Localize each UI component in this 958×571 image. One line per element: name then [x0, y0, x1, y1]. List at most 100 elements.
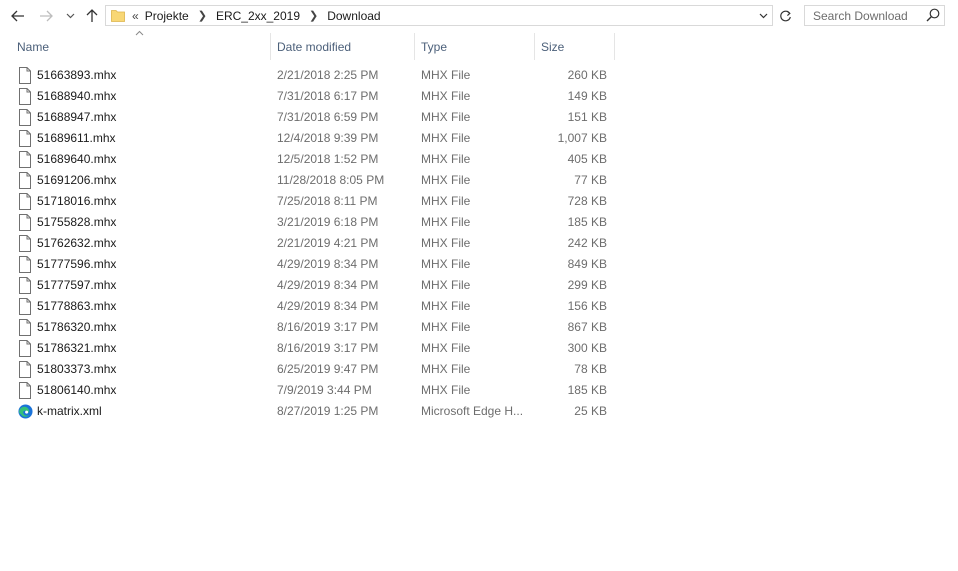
- file-size: 242 KB: [567, 236, 607, 250]
- column-header-date-modified[interactable]: Date modified: [271, 33, 414, 60]
- file-row[interactable]: 51689611.mhx 12/4/2018 9:39 PM MHX File 1,0…: [0, 128, 958, 149]
- file-row[interactable]: 51803373.mhx 6/25/2019 9:47 PM MHX File 78 …: [0, 359, 958, 380]
- file-date-modified: 7/9/2019 3:44 PM: [277, 383, 372, 397]
- file-row[interactable]: 51762632.mhx 2/21/2019 4:21 PM MHX File 242…: [0, 233, 958, 254]
- breadcrumb: « Projekte ❯ ERC_2xx_2019 ❯ Download: [130, 6, 383, 25]
- navigation-toolbar: « Projekte ❯ ERC_2xx_2019 ❯ Download: [0, 0, 958, 32]
- file-size: 185 KB: [567, 215, 607, 229]
- file-date-modified: 2/21/2018 2:25 PM: [277, 68, 379, 82]
- file-row[interactable]: 51718016.mhx 7/25/2018 8:11 PM MHX File 728…: [0, 191, 958, 212]
- column-header-type[interactable]: Type: [415, 33, 534, 60]
- file-name: 51688947.mhx: [37, 110, 117, 124]
- file-name: k-matrix.xml: [37, 404, 102, 418]
- file-row[interactable]: 51688947.mhx 7/31/2018 6:59 PM MHX File 151…: [0, 107, 958, 128]
- file-type: MHX File: [421, 152, 471, 166]
- file-icon: [18, 256, 32, 273]
- file-size: 260 KB: [567, 68, 607, 82]
- file-row[interactable]: 51777597.mhx 4/29/2019 8:34 PM MHX File 299…: [0, 275, 958, 296]
- folder-icon: [111, 10, 125, 22]
- search-icon[interactable]: [926, 8, 940, 22]
- file-name: 51786320.mhx: [37, 320, 117, 334]
- file-date-modified: 4/29/2019 8:34 PM: [277, 299, 379, 313]
- file-icon: [18, 361, 32, 378]
- file-type: MHX File: [421, 110, 471, 124]
- file-type: MHX File: [421, 236, 471, 250]
- file-size: 849 KB: [567, 257, 607, 271]
- file-type: MHX File: [421, 194, 471, 208]
- recent-locations-button[interactable]: [61, 6, 79, 26]
- file-size: 25 KB: [574, 404, 607, 418]
- chevron-down-icon: [66, 13, 74, 19]
- file-row[interactable]: 51755828.mhx 3/21/2019 6:18 PM MHX File 185…: [0, 212, 958, 233]
- file-type: MHX File: [421, 299, 471, 313]
- file-icon: [18, 214, 32, 231]
- file-row[interactable]: k-matrix.xml 8/27/2019 1:25 PM Microsoft E…: [0, 401, 958, 422]
- file-name: 51806140.mhx: [37, 383, 117, 397]
- file-name: 51762632.mhx: [37, 236, 117, 250]
- column-header-name[interactable]: Name: [0, 33, 270, 60]
- file-name: 51663893.mhx: [37, 68, 117, 82]
- breadcrumb-overflow-button[interactable]: «: [130, 9, 143, 23]
- file-name: 51689611.mhx: [37, 131, 116, 145]
- file-icon: [18, 340, 32, 357]
- file-row[interactable]: 51777596.mhx 4/29/2019 8:34 PM MHX File 849…: [0, 254, 958, 275]
- file-type: MHX File: [421, 173, 471, 187]
- column-header-size[interactable]: Size: [535, 33, 614, 60]
- file-row[interactable]: 51691206.mhx 11/28/2018 8:05 PM MHX File 77…: [0, 170, 958, 191]
- file-row[interactable]: 51663893.mhx 2/21/2018 2:25 PM MHX File 260…: [0, 65, 958, 86]
- file-type: MHX File: [421, 89, 471, 103]
- file-date-modified: 8/27/2019 1:25 PM: [277, 404, 379, 418]
- file-date-modified: 4/29/2019 8:34 PM: [277, 278, 379, 292]
- forward-button[interactable]: [36, 6, 56, 26]
- breadcrumb-separator-icon[interactable]: ❯: [191, 9, 214, 22]
- breadcrumb-item-erc-2xx-2019[interactable]: ERC_2xx_2019: [214, 9, 302, 23]
- file-size: 77 KB: [574, 173, 607, 187]
- file-name: 51803373.mhx: [37, 362, 117, 376]
- search-input[interactable]: [805, 6, 928, 25]
- file-row[interactable]: 51778863.mhx 4/29/2019 8:34 PM MHX File 156…: [0, 296, 958, 317]
- file-size: 149 KB: [567, 89, 607, 103]
- file-size: 185 KB: [567, 383, 607, 397]
- breadcrumb-separator-icon[interactable]: ❯: [302, 9, 325, 22]
- edge-icon: [18, 404, 33, 421]
- file-date-modified: 4/29/2019 8:34 PM: [277, 257, 379, 271]
- address-bar[interactable]: « Projekte ❯ ERC_2xx_2019 ❯ Download: [105, 5, 773, 26]
- file-row[interactable]: 51806140.mhx 7/9/2019 3:44 PM MHX File 185 …: [0, 380, 958, 401]
- file-icon: [18, 193, 32, 210]
- file-icon: [18, 88, 32, 105]
- file-icon: [18, 382, 32, 399]
- file-icon: [18, 109, 32, 126]
- column-divider[interactable]: [614, 33, 615, 60]
- search-box[interactable]: [804, 5, 945, 26]
- breadcrumb-item-download[interactable]: Download: [325, 9, 382, 23]
- file-type: MHX File: [421, 68, 471, 82]
- refresh-button[interactable]: [775, 6, 795, 26]
- file-date-modified: 8/16/2019 3:17 PM: [277, 320, 379, 334]
- file-date-modified: 12/5/2018 1:52 PM: [277, 152, 379, 166]
- file-row[interactable]: 51786321.mhx 8/16/2019 3:17 PM MHX File 300…: [0, 338, 958, 359]
- file-row[interactable]: 51688940.mhx 7/31/2018 6:17 PM MHX File 149…: [0, 86, 958, 107]
- column-header-row: Name Date modified Type Size: [0, 30, 958, 60]
- file-icon: [18, 130, 32, 147]
- address-dropdown-button[interactable]: [756, 6, 770, 25]
- file-size: 151 KB: [567, 110, 607, 124]
- breadcrumb-item-projekte[interactable]: Projekte: [143, 9, 191, 23]
- up-button[interactable]: [82, 6, 102, 26]
- back-button[interactable]: [8, 6, 28, 26]
- file-date-modified: 12/4/2018 9:39 PM: [277, 131, 379, 145]
- file-icon: [18, 151, 32, 168]
- file-row[interactable]: 51689640.mhx 12/5/2018 1:52 PM MHX File 405…: [0, 149, 958, 170]
- file-date-modified: 7/25/2018 8:11 PM: [277, 194, 378, 208]
- file-name: 51777596.mhx: [37, 257, 117, 271]
- file-size: 728 KB: [567, 194, 607, 208]
- file-name: 51718016.mhx: [37, 194, 117, 208]
- file-date-modified: 6/25/2019 9:47 PM: [277, 362, 379, 376]
- file-type: MHX File: [421, 131, 471, 145]
- file-icon: [18, 67, 32, 84]
- file-icon: [18, 172, 32, 189]
- file-type: MHX File: [421, 362, 471, 376]
- file-row[interactable]: 51786320.mhx 8/16/2019 3:17 PM MHX File 867…: [0, 317, 958, 338]
- file-type: MHX File: [421, 341, 471, 355]
- arrow-left-icon: [11, 10, 24, 22]
- file-icon: [18, 277, 32, 294]
